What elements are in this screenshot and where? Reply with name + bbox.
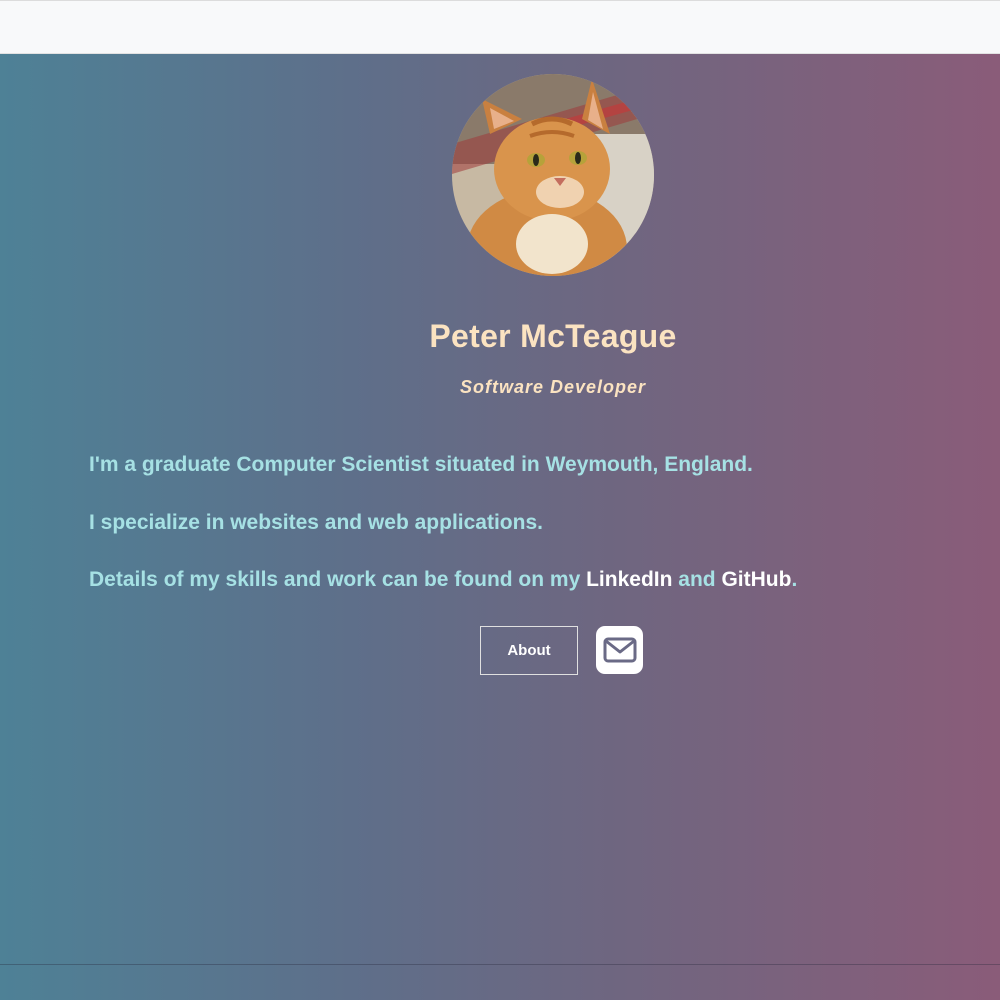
github-link[interactable]: GitHub [721,568,791,591]
profile-name: Peter McTeague [429,318,677,354]
email-button[interactable] [596,626,643,674]
bio-line-specialty: I specialize in websites and web applica… [89,511,543,534]
profile-avatar [452,74,654,276]
envelope-icon [603,637,636,663]
about-button[interactable]: About [480,626,578,675]
bio-links-middle: and [672,568,722,591]
bio-links-prefix: Details of my skills and work can be fou… [89,568,587,591]
profile-role: Software Developer [459,377,647,397]
cat-photo [452,74,654,276]
bio-line-location: I'm a graduate Computer Scientist situat… [89,453,753,476]
bio-links-suffix: . [791,568,798,591]
footer-divider [0,964,1000,965]
top-navbar [0,0,1000,54]
bio-line-links: Details of my skills and work can be fou… [89,568,929,592]
linkedin-link[interactable]: LinkedIn [586,568,672,591]
